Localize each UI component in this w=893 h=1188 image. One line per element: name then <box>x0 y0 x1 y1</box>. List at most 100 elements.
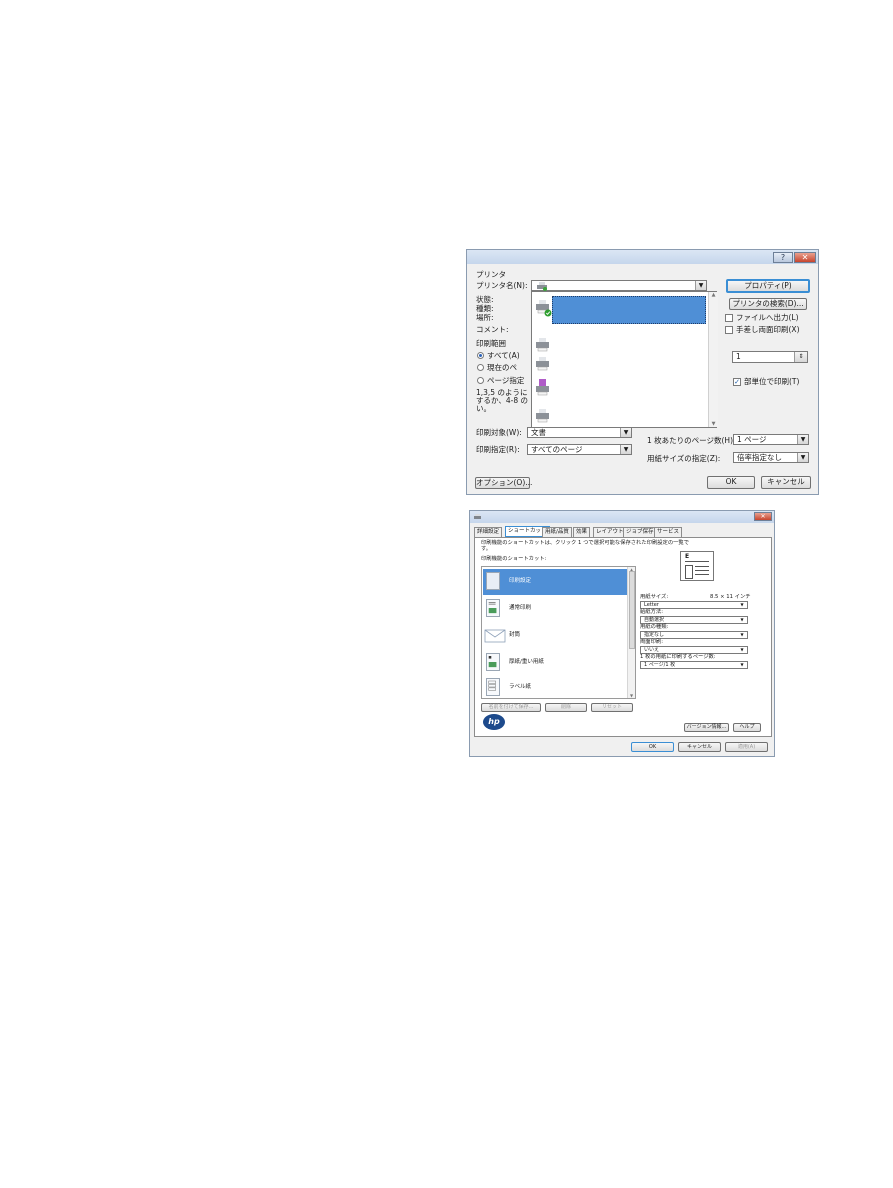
tab-paper-quality[interactable]: 用紙/品質 <box>542 527 572 537</box>
paper-size-value: Letter <box>644 602 659 608</box>
tab-job-storage[interactable]: ジョブ保存 <box>623 527 657 537</box>
chevron-down-icon[interactable]: ▼ <box>737 647 747 653</box>
reset-button[interactable]: リセット <box>591 703 633 712</box>
range-all-radio[interactable] <box>477 352 484 359</box>
paper-type-combo[interactable]: 指定なし ▼ <box>640 631 748 639</box>
chevron-down-icon[interactable]: ▼ <box>737 617 747 623</box>
range-pages-radio[interactable] <box>477 377 484 384</box>
print-range-label: 印刷指定(R): <box>476 445 520 454</box>
chevron-down-icon[interactable]: ▼ <box>709 421 718 427</box>
paper-size-dims: 8.5 × 11 インチ <box>710 594 751 600</box>
ok-button[interactable]: OK <box>707 476 755 489</box>
tab-effects[interactable]: 効果 <box>573 527 591 537</box>
tab-services[interactable]: サービス <box>654 527 683 537</box>
chevron-down-icon[interactable]: ▼ <box>797 435 808 444</box>
paper-source-value: 自動選択 <box>644 617 665 623</box>
printer-name-label: プリンタ名(N): <box>476 281 528 290</box>
print-to-file-checkbox[interactable] <box>725 314 733 322</box>
chevron-down-icon[interactable]: ▼ <box>620 428 631 437</box>
pages-per-sheet-combo[interactable]: 1 ページ/1 枚 ▼ <box>640 661 748 669</box>
about-button[interactable]: バージョン情報... <box>684 723 729 732</box>
shortcut-list-label: 印刷機能のショートカット: <box>481 556 547 562</box>
print-what-label: 印刷対象(W): <box>476 428 522 437</box>
apply-button[interactable]: 適用(A) <box>725 742 768 752</box>
chevron-down-icon[interactable]: ▼ <box>628 693 635 698</box>
chevron-down-icon[interactable]: ▼ <box>737 662 747 668</box>
help-button[interactable]: ヘルプ <box>733 723 761 732</box>
page-preview: E <box>680 551 714 581</box>
options-button[interactable]: オプション(O)... <box>475 477 532 489</box>
range-all-label: すべて(A) <box>487 351 520 360</box>
chevron-down-icon[interactable]: ▼ <box>695 281 706 290</box>
duplex-combo[interactable]: いいえ ▼ <box>640 646 748 654</box>
list-item[interactable]: 厚紙/重い用紙 <box>483 650 627 676</box>
copies-value: 1 <box>736 352 741 361</box>
status-label: 状態: <box>476 295 494 304</box>
chevron-down-icon[interactable]: ▼ <box>620 445 631 454</box>
printer-icon <box>536 338 549 352</box>
list-item[interactable]: ラベル紙 <box>483 675 627 698</box>
chevron-down-icon[interactable]: ▼ <box>797 453 808 462</box>
properties-button[interactable]: プロパティ(P) <box>726 279 810 293</box>
paper-source-combo[interactable]: 自動選択 ▼ <box>640 616 748 624</box>
comment-label: コメント: <box>476 325 509 334</box>
paper-size-combo[interactable]: Letter ▼ <box>640 601 748 609</box>
tab-layout[interactable]: レイアウト <box>593 527 627 537</box>
tab-panel: 印刷機能のショートカットは、クリック 1 つで選択可能な保存された印刷設定の一覧… <box>474 537 772 737</box>
scale-combo[interactable]: 倍率指定なし ▼ <box>733 452 809 463</box>
tab-advanced[interactable]: 詳細設定 <box>474 527 503 537</box>
shortcut-label: 封筒 <box>509 632 521 638</box>
description-text: 印刷機能のショートカットは、クリック 1 つで選択可能な保存された印刷設定の一覧… <box>481 540 690 546</box>
chevron-down-icon[interactable]: ▼ <box>737 602 747 608</box>
close-icon[interactable]: ✕ <box>754 512 772 521</box>
location-label: 場所: <box>476 313 494 322</box>
print-range-value: すべてのページ <box>531 445 583 454</box>
range-current-label: 現在のペ <box>487 363 517 372</box>
printer-icon <box>536 357 549 371</box>
fax-printer-icon <box>536 379 549 396</box>
range-current-radio[interactable] <box>477 364 484 371</box>
duplex-value: いいえ <box>644 647 660 653</box>
printer-dropdown-list[interactable]: ▲ ▼ <box>531 291 718 428</box>
find-printer-button[interactable]: プリンタの検索(D)... <box>729 298 807 310</box>
list-item[interactable]: 封筒 <box>483 623 627 649</box>
list-scrollbar[interactable]: ▲ ▼ <box>627 567 635 698</box>
dropdown-item-selected[interactable] <box>552 296 706 324</box>
ok-button[interactable]: OK <box>631 742 674 752</box>
shortcut-label: 印刷設定 <box>509 578 532 584</box>
envelope-icon <box>484 629 506 643</box>
range-help-text: い。 <box>476 404 491 413</box>
close-icon[interactable]: ✕ <box>794 252 816 263</box>
scale-label: 用紙サイズの指定(Z): <box>647 454 721 463</box>
print-range-combo[interactable]: すべてのページ ▼ <box>527 444 632 455</box>
pages-per-sheet-label: 1 枚の用紙に印刷するページ数: <box>640 654 716 660</box>
list-item[interactable]: 通常印刷 <box>483 596 627 622</box>
printer-name-combo[interactable]: ▼ <box>531 280 707 291</box>
printer-icon <box>474 514 481 519</box>
list-item[interactable]: 印刷設定 <box>483 569 627 595</box>
printer-icon <box>537 282 547 291</box>
type-label: 種類: <box>476 304 494 313</box>
print-what-value: 文書 <box>531 428 546 437</box>
pages-per-sheet-combo[interactable]: 1 ページ ▼ <box>733 434 809 445</box>
dropdown-scrollbar[interactable]: ▲ ▼ <box>708 292 718 427</box>
hp-logo: hp <box>483 714 505 730</box>
save-as-button[interactable]: 名前を付けて保存... <box>481 703 541 712</box>
chevron-up-icon[interactable]: ▲ <box>709 292 718 298</box>
paper-source-label: 給紙方法: <box>640 609 663 615</box>
label-sheet-icon <box>486 678 500 696</box>
print-what-combo[interactable]: 文書 ▼ <box>527 427 632 438</box>
manual-duplex-checkbox[interactable] <box>725 326 733 334</box>
cancel-button[interactable]: キャンセル <box>761 476 811 489</box>
delete-button[interactable]: 削除 <box>545 703 587 712</box>
spin-icon[interactable]: ⇕ <box>794 352 807 362</box>
chevron-down-icon[interactable]: ▼ <box>737 632 747 638</box>
cancel-button[interactable]: キャンセル <box>678 742 721 752</box>
help-icon[interactable]: ? <box>773 252 793 263</box>
shortcut-list[interactable]: 印刷設定 通常印刷 封筒 厚紙/重い用紙 ラベル紙 ▲ ▼ <box>481 566 636 699</box>
copies-input[interactable]: 1 ⇕ <box>732 351 808 363</box>
printer-properties-dialog: ✕ 詳細設定 ショートカット 用紙/品質 効果 レイアウト ジョブ保存 サービス… <box>469 510 775 757</box>
pages-per-sheet-value: 1 ページ <box>737 435 767 444</box>
scroll-thumb[interactable] <box>629 571 635 649</box>
collate-checkbox[interactable]: ✓ <box>733 378 741 386</box>
